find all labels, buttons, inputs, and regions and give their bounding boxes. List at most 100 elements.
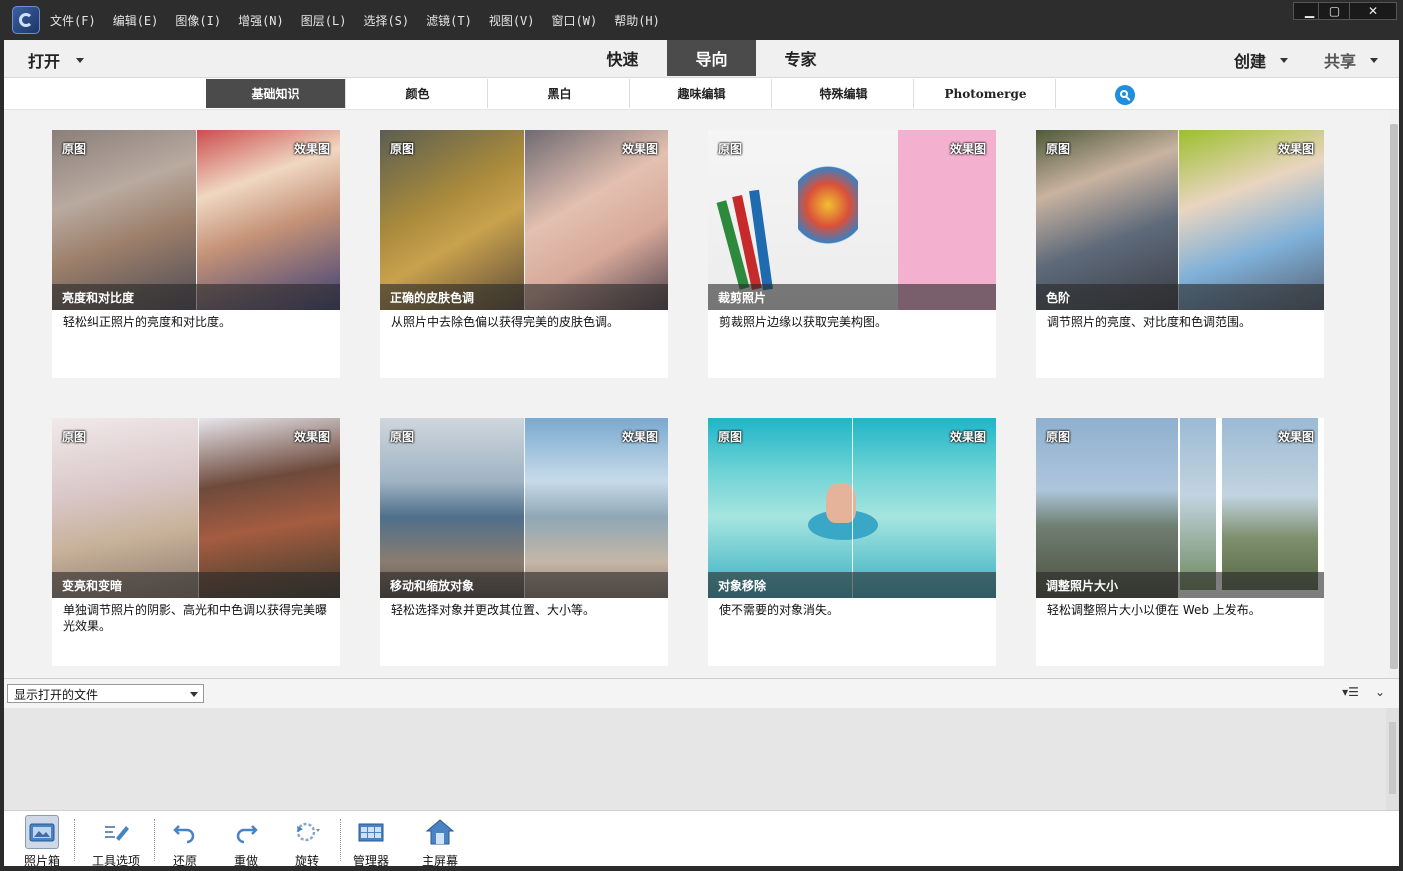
photo-bin-scrollbar[interactable] <box>1386 708 1399 810</box>
card-levels[interactable]: 原图 效果图 色阶 调节照片的亮度、对比度和色调范围。 <box>1036 130 1324 378</box>
home-icon <box>423 815 457 849</box>
open-button[interactable]: 打开 <box>28 48 85 72</box>
maximize-icon: ▢ <box>1328 4 1341 18</box>
card-title: 对象移除 <box>708 572 996 598</box>
menu-help[interactable]: 帮助(H) <box>614 12 660 29</box>
tab-expert[interactable]: 专家 <box>756 40 845 76</box>
close-button[interactable]: ✕ <box>1349 2 1397 20</box>
menu-layer[interactable]: 图层(L) <box>301 12 347 29</box>
card-title: 调整照片大小 <box>1036 572 1324 598</box>
tab-special-edits[interactable]: 特殊编辑 <box>774 79 914 108</box>
organizer-label: 管理器 <box>353 854 390 868</box>
card-description: 从照片中去除色偏以获得完美的皮肤色调。 <box>391 315 620 329</box>
menu-file[interactable]: 文件(F) <box>50 12 96 29</box>
undo-button[interactable]: 还原 <box>168 815 202 869</box>
menu-edit[interactable]: 编辑(E) <box>113 12 159 29</box>
menu-window[interactable]: 窗口(W) <box>552 12 598 29</box>
undo-label: 还原 <box>172 854 197 868</box>
chevron-down-icon <box>1370 57 1379 63</box>
after-label: 效果图 <box>293 142 330 156</box>
tab-black-white[interactable]: 黑白 <box>490 79 630 108</box>
search-icon[interactable] <box>1115 85 1135 105</box>
before-label: 原图 <box>390 142 415 156</box>
chevron-down-icon <box>190 692 198 697</box>
card-object-removal[interactable]: 原图 效果图 对象移除 使不需要的对象消失。 <box>708 418 996 666</box>
menu-filter[interactable]: 滤镜(T) <box>426 12 472 29</box>
redo-label: 重做 <box>233 854 258 868</box>
tab-basics[interactable]: 基础知识 <box>206 79 346 108</box>
card-resize-photo[interactable]: 原图 效果图 调整照片大小 轻松调整照片大小以便在 Web 上发布。 <box>1036 418 1324 666</box>
toolbar-divider <box>74 819 75 861</box>
mode-tabs: 快速 导向 专家 <box>578 40 845 78</box>
before-label: 原图 <box>1046 430 1071 444</box>
thumbnail-image: 原图 效果图 移动和缩放对象 <box>380 418 668 598</box>
menu-view[interactable]: 视图(V) <box>489 12 535 29</box>
card-title: 色阶 <box>1036 284 1324 310</box>
thumbnail-image: 原图 效果图 对象移除 <box>708 418 996 598</box>
tab-color[interactable]: 颜色 <box>348 79 488 108</box>
card-skin-tone[interactable]: 原图 效果图 正确的皮肤色调 从照片中去除色偏以获得完美的皮肤色调。 <box>380 130 668 378</box>
after-label: 效果图 <box>949 142 986 156</box>
photo-bin-dropdown-value: 显示打开的文件 <box>14 688 99 702</box>
card-description: 剪裁照片边缘以获取完美构图。 <box>719 315 888 329</box>
photo-bin-header: 显示打开的文件 ▾☰ ⌄ <box>4 678 1399 708</box>
tab-photomerge[interactable]: Photomerge <box>916 79 1056 108</box>
organizer-button[interactable]: 管理器 <box>353 815 389 869</box>
share-label: 共享 <box>1324 52 1357 71</box>
close-icon: ✕ <box>1367 4 1379 18</box>
card-title: 移动和缩放对象 <box>380 572 668 598</box>
collapse-chevron-icon[interactable]: ⌄ <box>1375 685 1385 699</box>
bin-options-icon[interactable]: ▾☰ <box>1342 685 1359 699</box>
card-brightness-contrast[interactable]: 原图 效果图 亮度和对比度 轻松纠正照片的亮度和对比度。 <box>52 130 340 378</box>
share-button[interactable]: 共享 <box>1324 48 1379 72</box>
menu-select[interactable]: 选择(S) <box>363 12 409 29</box>
scrollbar-thumb[interactable] <box>1389 722 1396 794</box>
undo-icon <box>168 815 202 849</box>
tool-options-icon <box>99 815 133 849</box>
rotate-button[interactable]: 旋转 <box>290 815 324 869</box>
thumbnail-image: 原图 效果图 亮度和对比度 <box>52 130 340 310</box>
scrollbar-thumb[interactable] <box>1390 124 1398 669</box>
photo-bin-label: 照片箱 <box>24 854 61 868</box>
before-label: 原图 <box>718 142 743 156</box>
create-label: 创建 <box>1234 52 1267 71</box>
card-lighten-darken[interactable]: 原图 效果图 变亮和变暗 单独调节照片的阴影、高光和中色调以获得完美曝光效果。 <box>52 418 340 666</box>
photo-bin-button[interactable]: 照片箱 <box>24 815 60 869</box>
photo-bin-area[interactable] <box>4 708 1399 810</box>
home-screen-button[interactable]: 主屏幕 <box>422 815 458 869</box>
content-scrollbar[interactable] <box>1389 110 1399 678</box>
card-description: 调节照片的亮度、对比度和色调范围。 <box>1047 315 1252 329</box>
app-window: 打开 快速 导向 专家 创建 共享 基础知识 颜色 黑白 趣味编辑 特殊编辑 P… <box>4 40 1399 869</box>
minimize-icon: ▁ <box>1304 4 1315 18</box>
title-bar: 文件(F) 编辑(E) 图像(I) 增强(N) 图层(L) 选择(S) 滤镜(T… <box>0 0 1403 40</box>
thumbnail-image: 原图 效果图 正确的皮肤色调 <box>380 130 668 310</box>
card-crop-photo[interactable]: 原图 效果图 裁剪照片 剪裁照片边缘以获取完美构图。 <box>708 130 996 378</box>
card-description: 轻松调整照片大小以便在 Web 上发布。 <box>1047 603 1261 617</box>
chevron-down-icon <box>1280 57 1289 63</box>
rotate-label: 旋转 <box>294 854 319 868</box>
redo-button[interactable]: 重做 <box>229 815 263 869</box>
card-move-scale[interactable]: 原图 效果图 移动和缩放对象 轻松选择对象并更改其位置、大小等。 <box>380 418 668 666</box>
tab-quick[interactable]: 快速 <box>578 40 667 76</box>
thumbnail-image: 原图 效果图 裁剪照片 <box>708 130 996 310</box>
after-label: 效果图 <box>949 430 986 444</box>
tab-fun-edits[interactable]: 趣味编辑 <box>632 79 772 108</box>
thumbnail-image: 原图 效果图 变亮和变暗 <box>52 418 340 598</box>
photo-bin-dropdown[interactable]: 显示打开的文件 <box>7 684 204 703</box>
card-title: 变亮和变暗 <box>52 572 340 598</box>
organizer-icon <box>354 815 388 849</box>
card-title: 亮度和对比度 <box>52 284 340 310</box>
after-label: 效果图 <box>621 142 658 156</box>
maximize-button[interactable]: ▢ <box>1318 2 1351 20</box>
tab-guided[interactable]: 导向 <box>667 40 756 76</box>
menu-enhance[interactable]: 增强(N) <box>238 12 284 29</box>
before-label: 原图 <box>390 430 415 444</box>
tool-options-button[interactable]: 工具选项 <box>92 815 140 869</box>
photo-bin-icon <box>25 815 59 849</box>
before-label: 原图 <box>62 142 87 156</box>
before-label: 原图 <box>62 430 87 444</box>
toolbar-divider <box>154 819 155 861</box>
create-button[interactable]: 创建 <box>1234 48 1289 72</box>
after-label: 效果图 <box>621 430 658 444</box>
menu-image[interactable]: 图像(I) <box>175 12 221 29</box>
